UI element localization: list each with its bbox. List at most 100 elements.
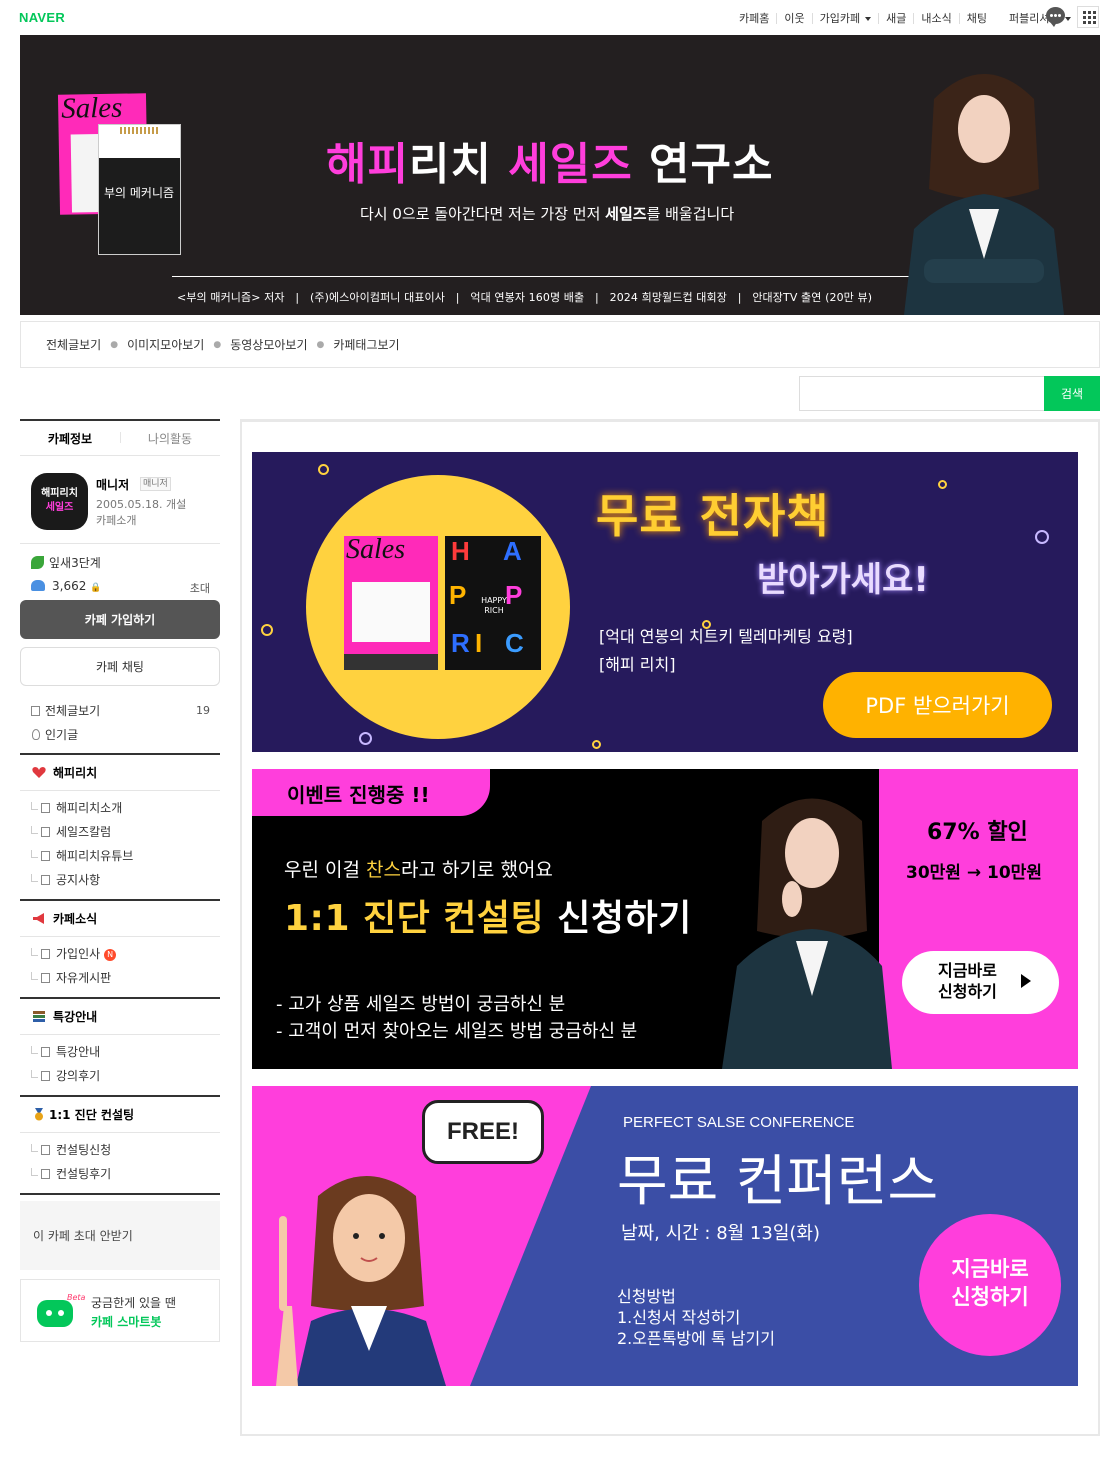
ebook-subheadline: 받아가세요! [757, 560, 929, 600]
menu-consulting-apply[interactable]: 컨설팅신청 [20, 1138, 220, 1162]
invite-link[interactable]: 초대 [190, 580, 210, 596]
cafe-profile: 해피리치 세일즈 매니저 매니저 2005.05.18. 개설 카페소개 [20, 456, 220, 544]
board-icon [41, 1047, 50, 1057]
chat-bubble-icon[interactable] [1046, 7, 1065, 27]
chevron-down-icon [865, 17, 872, 21]
user-menu[interactable]: 퍼블리셔 .. [1002, 10, 1078, 26]
pdf-download-button[interactable]: PDF 받으러가기 [823, 672, 1052, 738]
conference-apply-button[interactable]: 지금바로 신청하기 [919, 1214, 1061, 1356]
members-icon [31, 580, 45, 591]
ebook-banner[interactable]: Sales H A P P R I C HAPPY RICH 무료 전자책 받아… [252, 452, 1078, 752]
cafe-stats: 잎새3단계 3,662 🔒 초대 [20, 544, 220, 600]
subnav-all-posts[interactable]: 전체글보기 [46, 336, 101, 353]
global-nav: 카페홈 이웃 가입카페 새글 내소식 채팅 퍼블리셔 .. [732, 10, 1078, 26]
medal-icon [35, 1108, 43, 1121]
new-badge: N [104, 949, 117, 961]
pointing-woman-illustration [276, 1176, 446, 1386]
cafe-intro-link[interactable]: 카페소개 [96, 512, 136, 528]
event-line1: 우린 이걸 찬스라고 하기로 했어요 [284, 859, 553, 881]
menu-consulting-reviews[interactable]: 컨설팅후기 [20, 1162, 220, 1186]
discount-label: 67% 할인 [927, 820, 1028, 845]
menu-lecture-info[interactable]: 특강안내 [20, 1040, 220, 1064]
smartbot-box[interactable]: Beta 궁금한게 있을 땐 카페 스마트봇 [20, 1279, 220, 1342]
category-cafe-news: 카페소식 [20, 901, 220, 937]
board-icon [31, 706, 40, 716]
cafe-chat-button[interactable]: 카페 채팅 [20, 647, 220, 686]
sidebar-tabs: 카페정보 나의활동 [20, 419, 220, 456]
menu-youtube[interactable]: 해피리치유튜브 [20, 844, 220, 868]
sub-nav: 전체글보기 ● 이미지모아보기 ● 동영상모아보기 ● 카페태그보기 [20, 321, 1100, 368]
video-board-icon [41, 851, 50, 861]
event-bullets: - 고가 상품 세일즈 방법이 궁금하신 분- 고객이 먼저 찾아오는 세일즈 … [276, 994, 638, 1042]
ebook-headline: 무료 전자책 [596, 489, 830, 543]
sales-book-image: Sales [344, 534, 438, 670]
menu-popular[interactable]: 인기글 [20, 723, 220, 747]
mechanism-book-image: 부의 메커니즘 [98, 124, 181, 255]
cafe-banner[interactable]: Sales 부의 메커니즘 해피리치 세일즈 연구소 다시 0으로 돌아간다면 … [20, 35, 1100, 315]
board-icon [41, 803, 50, 813]
free-speech-bubble: FREE! [422, 1100, 544, 1164]
board-icon [41, 875, 50, 885]
banner-subtitle: 다시 0으로 돌아간다면 저는 가장 먼저 세일즈를 배울겁니다 [360, 205, 735, 223]
subnav-tags[interactable]: 카페태그보기 [333, 336, 399, 353]
menu-lecture-reviews[interactable]: 강의후기 [20, 1064, 220, 1088]
popular-icon [32, 729, 40, 740]
smartbot-link[interactable]: 카페 스마트봇 [91, 1313, 161, 1330]
menu-all-posts[interactable]: 전체글보기 19 [20, 699, 220, 723]
apps-grid-icon[interactable] [1077, 6, 1099, 28]
robot-icon [37, 1300, 73, 1327]
books-icon [33, 1011, 45, 1022]
conference-title: 무료 컨퍼런스 [617, 1149, 939, 1213]
menu-sales-column[interactable]: 세일즈칼럼 [20, 820, 220, 844]
play-arrow-icon [1021, 974, 1031, 988]
banner-footer: <부의 매커니즘> 저자 | (주)에스아이컴퍼니 대표이사 | 억대 연봉자 … [177, 291, 873, 304]
banner-title: 해피리치 세일즈 연구소 [326, 139, 774, 190]
menu-happyrich-intro[interactable]: 해피리치소개 [20, 796, 220, 820]
nav-cafe-home[interactable]: 카페홈 [732, 10, 776, 26]
lock-icon: 🔒 [90, 583, 102, 593]
search-input[interactable] [799, 376, 1045, 411]
category-consulting: 1:1 진단 컨설팅 [20, 1097, 220, 1133]
consulting-event-banner[interactable]: 이벤트 진행중 !! 우린 이걸 찬스라고 하기로 했어요 1:1 진단 컨설팅… [252, 769, 1078, 1069]
heart-icon [32, 767, 46, 778]
join-cafe-button[interactable]: 카페 가입하기 [20, 600, 220, 639]
price-label: 30만원 → 10만원 [906, 863, 1042, 883]
level: 잎새3단계 [31, 554, 101, 571]
presenter-photo [904, 74, 1064, 315]
no-invite-toggle[interactable]: 이 카페 초대 안받기 [20, 1201, 220, 1270]
happy-rich-book-image: H A P P R I C HAPPY RICH [445, 536, 541, 670]
category-lectures: 특강안내 [20, 999, 220, 1035]
menu-notice[interactable]: 공지사항 [20, 868, 220, 892]
tab-my-activity[interactable]: 나의활동 [120, 430, 220, 447]
post-count: 19 [196, 704, 210, 717]
event-tag: 이벤트 진행중 !! [252, 769, 490, 816]
presenter-photo [722, 798, 892, 1069]
menu-free-board[interactable]: 자유게시판 [20, 966, 220, 990]
manager-name[interactable]: 매니저 [96, 476, 129, 493]
conference-eng-title: PERFECT SALSE CONFERENCE [623, 1114, 855, 1131]
nav-new-posts[interactable]: 새글 [879, 10, 913, 26]
member-count[interactable]: 3,662 🔒 [31, 579, 101, 593]
conference-how-to: 신청방법 1.신청서 작성하기 2.오픈톡방에 톡 남기기 [617, 1287, 775, 1348]
nav-my-news[interactable]: 내소식 [914, 10, 958, 26]
board-icon [41, 949, 50, 959]
board-icon [41, 1169, 50, 1179]
apply-now-button[interactable]: 지금바로 신청하기 [902, 951, 1059, 1014]
conference-banner[interactable]: FREE! PERFECT SALSE CONFERENCE 무료 컨퍼런스 날… [252, 1086, 1078, 1386]
nav-joined-cafes[interactable]: 가입카페 [813, 10, 878, 26]
menu-greetings[interactable]: 가입인사 N [20, 942, 220, 966]
nav-chat[interactable]: 채팅 [960, 10, 994, 26]
board-icon [41, 827, 50, 837]
leaf-icon [31, 556, 44, 569]
menu-top: 전체글보기 19 인기글 [20, 696, 220, 755]
ebook-titles: [억대 연봉의 치트키 텔레마케팅 요령] [해피 리치] [599, 627, 853, 674]
naver-logo[interactable]: NAVER [19, 10, 65, 25]
chevron-down-icon [1065, 17, 1071, 21]
tab-cafe-info[interactable]: 카페정보 [20, 430, 120, 447]
beta-label: Beta [67, 1293, 86, 1302]
nav-neighbors[interactable]: 이웃 [777, 10, 811, 26]
subnav-videos[interactable]: 동영상모아보기 [230, 336, 307, 353]
subnav-images[interactable]: 이미지모아보기 [127, 336, 204, 353]
search-button[interactable]: 검색 [1044, 376, 1100, 411]
sidebar: 카페정보 나의활동 해피리치 세일즈 매니저 매니저 2005.05.18. 개설… [20, 419, 220, 1342]
